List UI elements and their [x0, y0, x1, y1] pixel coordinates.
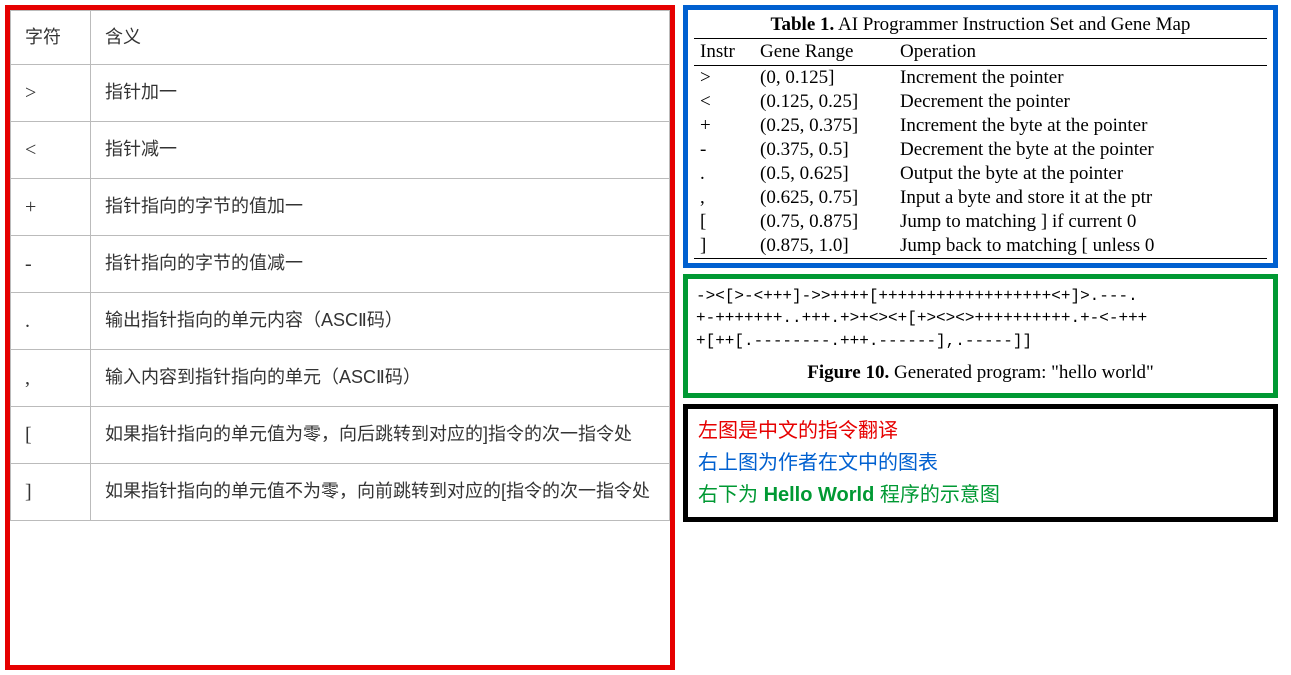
instr-cell: [ — [694, 210, 754, 234]
table-row: ,输入内容到指针指向的单元（ASCⅡ码） — [11, 349, 670, 406]
code-line: +[++[.--------.+++.------],.-----]] — [696, 330, 1265, 352]
op-cell: Increment the pointer — [894, 66, 1267, 91]
blue-title-bold: Table 1. — [771, 14, 835, 35]
table-row: <指针减一 — [11, 121, 670, 178]
range-cell: (0.5, 0.625] — [754, 162, 894, 186]
instr-cell: + — [694, 114, 754, 138]
table-row: ,(0.625, 0.75]Input a byte and store it … — [694, 186, 1267, 210]
instr-cell: < — [694, 90, 754, 114]
instr-cell: , — [694, 186, 754, 210]
left-col2-header: 含义 — [91, 11, 670, 65]
table-row: .输出指针指向的单元内容（ASCⅡ码） — [11, 292, 670, 349]
table-row: >(0, 0.125]Increment the pointer — [694, 66, 1267, 91]
gene-col3-header: Operation — [894, 39, 1267, 66]
symbol-cell: , — [11, 349, 91, 406]
op-cell: Jump back to matching [ unless 0 — [894, 234, 1267, 258]
green-caption-bold: Figure 10. — [807, 362, 889, 383]
symbol-cell: - — [11, 235, 91, 292]
range-cell: (0.125, 0.25] — [754, 90, 894, 114]
table-row: ]如果指针指向的单元值不为零，向前跳转到对应的[指令的次一指令处 — [11, 463, 670, 520]
meaning-cell: 指针指向的字节的值减一 — [91, 235, 670, 292]
range-cell: (0.75, 0.875] — [754, 210, 894, 234]
gene-map-table: Instr Gene Range Operation >(0, 0.125]In… — [694, 38, 1267, 258]
green-code-panel: -><[>-<+++]->>++++[++++++++++++++++++<+]… — [683, 274, 1278, 398]
meaning-cell: 输出指针指向的单元内容（ASCⅡ码） — [91, 292, 670, 349]
op-cell: Increment the byte at the pointer — [894, 114, 1267, 138]
symbol-cell: > — [11, 64, 91, 121]
instr-cell: - — [694, 138, 754, 162]
range-cell: (0.25, 0.375] — [754, 114, 894, 138]
table-row: <(0.125, 0.25]Decrement the pointer — [694, 90, 1267, 114]
table-row: +指针指向的字节的值加一 — [11, 178, 670, 235]
meaning-cell: 指针指向的字节的值加一 — [91, 178, 670, 235]
meaning-cell: 输入内容到指针指向的单元（ASCⅡ码） — [91, 349, 670, 406]
symbol-cell: . — [11, 292, 91, 349]
chinese-instruction-table: 字符 含义 >指针加一 <指针减一 +指针指向的字节的值加一 -指针指向的字节的… — [10, 10, 670, 521]
code-line: -><[>-<+++]->>++++[++++++++++++++++++<+]… — [696, 285, 1265, 307]
legend-green-prefix: 右下为 — [698, 484, 764, 506]
blue-table-panel: Table 1. AI Programmer Instruction Set a… — [683, 5, 1278, 268]
meaning-cell: 指针减一 — [91, 121, 670, 178]
left-col1-header: 字符 — [11, 11, 91, 65]
table-row: [如果指针指向的单元值为零，向后跳转到对应的]指令的次一指令处 — [11, 406, 670, 463]
symbol-cell: ] — [11, 463, 91, 520]
legend-green-bold: Hello World — [764, 484, 875, 506]
symbol-cell: [ — [11, 406, 91, 463]
op-cell: Decrement the byte at the pointer — [894, 138, 1267, 162]
op-cell: Decrement the pointer — [894, 90, 1267, 114]
symbol-cell: < — [11, 121, 91, 178]
blue-bottom-rule — [694, 258, 1267, 259]
legend-blue-line: 右上图为作者在文中的图表 — [698, 447, 1263, 479]
meaning-cell: 如果指针指向的单元值不为零，向前跳转到对应的[指令的次一指令处 — [91, 463, 670, 520]
op-cell: Jump to matching ] if current 0 — [894, 210, 1267, 234]
range-cell: (0.625, 0.75] — [754, 186, 894, 210]
table-row: >指针加一 — [11, 64, 670, 121]
legend-panel: 左图是中文的指令翻译 右上图为作者在文中的图表 右下为 Hello World … — [683, 404, 1278, 522]
table-row: +(0.25, 0.375]Increment the byte at the … — [694, 114, 1267, 138]
code-line: +-+++++++..+++.+>+<><+[+><><>++++++++++.… — [696, 307, 1265, 329]
green-caption-rest: Generated program: "hello world" — [889, 362, 1154, 383]
meaning-cell: 指针加一 — [91, 64, 670, 121]
table-row: -指针指向的字节的值减一 — [11, 235, 670, 292]
gene-col2-header: Gene Range — [754, 39, 894, 66]
green-figure-caption: Figure 10. Generated program: "hello wor… — [696, 360, 1265, 387]
instr-cell: > — [694, 66, 754, 91]
blue-title-rest: AI Programmer Instruction Set and Gene M… — [834, 14, 1190, 35]
legend-red-line: 左图是中文的指令翻译 — [698, 415, 1263, 447]
legend-green-line: 右下为 Hello World 程序的示意图 — [698, 479, 1263, 511]
meaning-cell: 如果指针指向的单元值为零，向后跳转到对应的]指令的次一指令处 — [91, 406, 670, 463]
range-cell: (0, 0.125] — [754, 66, 894, 91]
table-row: .(0.5, 0.625]Output the byte at the poin… — [694, 162, 1267, 186]
table-row: ](0.875, 1.0]Jump back to matching [ unl… — [694, 234, 1267, 258]
range-cell: (0.375, 0.5] — [754, 138, 894, 162]
blue-table-title: Table 1. AI Programmer Instruction Set a… — [694, 10, 1267, 38]
table-row: [(0.75, 0.875]Jump to matching ] if curr… — [694, 210, 1267, 234]
gene-col1-header: Instr — [694, 39, 754, 66]
op-cell: Output the byte at the pointer — [894, 162, 1267, 186]
range-cell: (0.875, 1.0] — [754, 234, 894, 258]
legend-green-suffix: 程序的示意图 — [874, 484, 1000, 506]
left-red-panel: 字符 含义 >指针加一 <指针减一 +指针指向的字节的值加一 -指针指向的字节的… — [5, 5, 675, 670]
op-cell: Input a byte and store it at the ptr — [894, 186, 1267, 210]
instr-cell: . — [694, 162, 754, 186]
symbol-cell: + — [11, 178, 91, 235]
instr-cell: ] — [694, 234, 754, 258]
table-row: -(0.375, 0.5]Decrement the byte at the p… — [694, 138, 1267, 162]
